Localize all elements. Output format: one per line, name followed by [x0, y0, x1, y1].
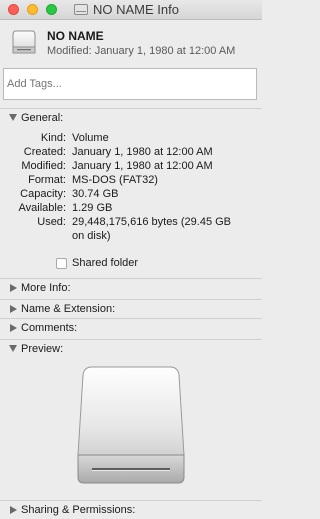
- volume-name: NO NAME: [47, 29, 104, 43]
- shared-folder-checkbox[interactable]: [56, 257, 67, 269]
- row-value: Volume: [72, 132, 109, 144]
- disclosure-triangle-icon[interactable]: [10, 305, 17, 313]
- section-label: More Info:: [21, 282, 71, 294]
- row-value: January 1, 1980 at 12:00 AM: [72, 160, 213, 172]
- row-value: 30.74 GB: [72, 188, 119, 200]
- section-preview[interactable]: Preview:: [0, 339, 262, 358]
- shared-folder-option[interactable]: Shared folder: [56, 257, 138, 269]
- section-label: Sharing & Permissions:: [21, 504, 136, 516]
- minimize-button[interactable]: [27, 4, 38, 15]
- section-label: Name & Extension:: [21, 303, 116, 315]
- section-general[interactable]: General:: [0, 108, 262, 127]
- modified-summary: Modified: January 1, 1980 at 12:00 AM: [47, 45, 236, 57]
- row-key: Kind:: [40, 132, 66, 144]
- section-label: General:: [21, 112, 64, 124]
- external-drive-icon: [12, 30, 36, 54]
- disclosure-triangle-icon[interactable]: [10, 506, 17, 514]
- section-label: Comments:: [21, 322, 78, 334]
- row-value: MS-DOS (FAT32): [72, 174, 158, 186]
- row-key: Used:: [37, 216, 66, 228]
- zoom-button[interactable]: [46, 4, 57, 15]
- row-key: Format:: [28, 174, 66, 186]
- section-more-info[interactable]: More Info:: [0, 278, 262, 297]
- drive-small-icon: [74, 4, 88, 15]
- info-row-modified: Modified: January 1, 1980 at 12:00 AM: [0, 160, 262, 174]
- info-row-format: Format: MS-DOS (FAT32): [0, 174, 262, 188]
- section-name-extension[interactable]: Name & Extension:: [0, 299, 262, 318]
- disclosure-triangle-icon[interactable]: [9, 345, 17, 352]
- title-bar: NO NAME Info: [0, 0, 262, 20]
- disclosure-triangle-icon[interactable]: [10, 284, 17, 292]
- window-title: NO NAME Info: [93, 2, 179, 17]
- section-label: Preview:: [21, 343, 64, 355]
- info-header: NO NAME Modified: January 1, 1980 at 12:…: [0, 20, 262, 68]
- info-row-used: Used: 29,448,175,616 bytes (29.45 GB: [0, 216, 262, 230]
- disclosure-triangle-icon[interactable]: [10, 324, 17, 332]
- row-value-continued: on disk): [72, 230, 111, 242]
- shared-folder-label: Shared folder: [72, 257, 139, 269]
- row-value: January 1, 1980 at 12:00 AM: [72, 146, 213, 158]
- row-key: Capacity:: [20, 188, 66, 200]
- section-sharing-permissions[interactable]: Sharing & Permissions:: [0, 500, 262, 519]
- info-row-created: Created: January 1, 1980 at 12:00 AM: [0, 146, 262, 160]
- row-key: Available:: [18, 202, 67, 214]
- close-button[interactable]: [8, 4, 19, 15]
- tags-input[interactable]: [3, 68, 257, 100]
- window-title-area: NO NAME Info: [74, 2, 179, 17]
- info-row-capacity: Capacity: 30.74 GB: [0, 188, 262, 202]
- disclosure-triangle-icon[interactable]: [9, 114, 17, 121]
- row-key: Created:: [23, 146, 66, 158]
- info-row-used-cont: on disk): [0, 230, 262, 244]
- section-comments[interactable]: Comments:: [0, 318, 262, 337]
- row-value: 29,448,175,616 bytes (29.45 GB: [72, 216, 232, 228]
- drive-preview-icon: [77, 366, 185, 484]
- info-row-kind: Kind: Volume: [0, 132, 262, 146]
- row-value: 1.29 GB: [72, 202, 113, 214]
- row-key: Modified:: [21, 160, 66, 172]
- info-row-available: Available: 1.29 GB: [0, 202, 262, 216]
